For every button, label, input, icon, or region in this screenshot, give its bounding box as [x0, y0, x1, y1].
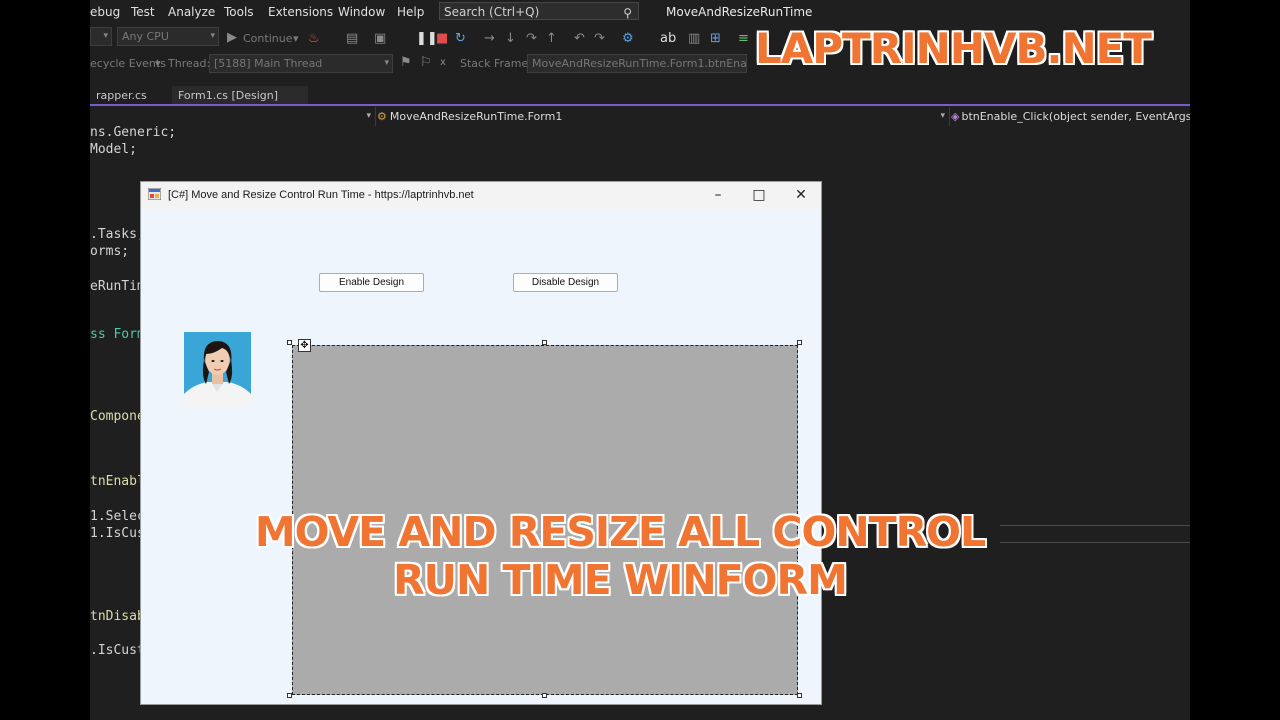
thread-label: Thread: [168, 57, 211, 70]
code-line: .IsCust [90, 643, 145, 658]
undo-icon[interactable]: ↶ [574, 31, 585, 46]
member-name: btnEnable_Click(object sender, EventArgs… [961, 110, 1190, 123]
resize-handle-top[interactable] [542, 340, 547, 345]
continue-button[interactable]: Continue [243, 32, 292, 45]
restart-icon[interactable]: ↻ [455, 31, 466, 46]
tab-wrapper-cs[interactable]: rapper.cs [90, 86, 172, 105]
search-placeholder: Search (Ctrl+Q) [444, 5, 540, 19]
search-icon: ⚲ [623, 6, 632, 20]
code-line: tnDisab [90, 609, 145, 624]
stop-icon[interactable]: ■ [436, 31, 448, 46]
menu-window[interactable]: Window [338, 5, 385, 19]
brand-logo-text: LAPTRINHVB.NET [755, 24, 1152, 73]
active-tab-accent [90, 104, 1190, 106]
headline-line-2: RUN TIME WINFORM [393, 556, 848, 604]
thread-value: [5188] Main Thread [214, 57, 323, 70]
resize-handle-bottom-right[interactable] [797, 693, 802, 698]
step-back-icon[interactable]: ↷ [526, 31, 537, 46]
menu-debug[interactable]: ebug [90, 5, 120, 19]
resize-handle-bottom[interactable] [542, 693, 547, 698]
format-icon[interactable]: ≡ [738, 31, 749, 46]
window-icon[interactable]: ▣ [374, 31, 386, 46]
resize-handle-top-right[interactable] [797, 340, 802, 345]
tab-label: rapper.cs [96, 89, 147, 102]
redo-icon[interactable]: ↷ [594, 31, 605, 46]
stack-frame-value: MoveAndResizeRunTime.Form1.btnEnabl [532, 57, 747, 70]
code-line: orms; [90, 244, 130, 259]
pause-icon[interactable]: ❚❚ [416, 31, 438, 46]
code-line: Compone [90, 409, 145, 424]
spell-check-icon[interactable]: ab [660, 31, 676, 46]
winform-titlebar[interactable]: [C#] Move and Resize Control Run Time - … [141, 182, 821, 209]
move-icon[interactable]: ✥ [298, 339, 311, 352]
platform-value: Any CPU [122, 30, 169, 43]
code-line: 1.IsCus [90, 526, 145, 541]
solution-title: MoveAndResizeRunTime [666, 5, 813, 19]
config-combo[interactable]: ▾ [90, 27, 112, 46]
maximize-button[interactable]: □ [744, 185, 774, 205]
tab-form1-design[interactable]: Form1.cs [Design] [172, 86, 308, 105]
class-path: MoveAndResizeRunTime.Form1 [389, 110, 563, 123]
search-input[interactable]: Search (Ctrl+Q) ⚲ [439, 2, 639, 20]
folder-icon[interactable]: ▤ [346, 31, 358, 46]
close-button[interactable]: ✕ [786, 185, 816, 205]
code-line: 1.Selec [90, 509, 145, 524]
step-over-icon[interactable]: → [484, 31, 495, 46]
code-line: tnEnabl [90, 474, 145, 489]
resize-handle-top-left[interactable] [287, 340, 292, 345]
member-dropdown[interactable]: ◈ btnEnable_Click(object sender, EventArg… [951, 107, 1190, 126]
continue-caret-icon[interactable]: ▾ [293, 32, 299, 45]
headline-line-1: MOVE AND RESIZE ALL CONTROL [254, 508, 986, 556]
menu-test[interactable]: Test [131, 5, 155, 19]
code-line: Model; [90, 142, 137, 157]
thread-combo[interactable]: [5188] Main Thread ▾ [209, 54, 393, 73]
hot-reload-icon[interactable]: ♨ [308, 31, 320, 46]
layout-icon[interactable]: ▥ [688, 31, 700, 46]
code-line: ns.Generic; [90, 125, 177, 140]
code-line: .Tasks; [90, 227, 145, 242]
menu-help[interactable]: Help [397, 5, 424, 19]
menu-tools[interactable]: Tools [224, 5, 254, 19]
flag-icon[interactable]: ⚑ [400, 55, 412, 70]
thread-filter-icon[interactable]: ⅹ [440, 57, 446, 68]
app-icon [148, 188, 161, 200]
stack-frame-combo[interactable]: MoveAndResizeRunTime.Form1.btnEnabl [527, 54, 747, 73]
class-icon: ⚙ [377, 110, 387, 123]
menu-analyze[interactable]: Analyze [168, 5, 215, 19]
step-out-icon[interactable]: ↑ [546, 31, 557, 46]
lifecycle-caret-icon[interactable]: ▾ [155, 57, 161, 70]
step-into-icon[interactable]: ↓ [505, 31, 516, 46]
flag-filter-icon[interactable]: ⚐ [420, 55, 432, 70]
navigation-bar: ▾ ⚙ MoveAndResizeRunTime.Form1 ▾ ◈ btnEnabl… [90, 107, 1190, 126]
portrait-image [184, 332, 251, 408]
letterbox-right [1190, 0, 1280, 720]
code-line: ss Form [90, 327, 145, 342]
winform-title: [C#] Move and Resize Control Run Time - … [168, 189, 474, 201]
method-icon: ◈ [951, 110, 960, 123]
menu-bar: ebug Test Analyze Tools Extensions Windo… [90, 0, 1190, 24]
document-tabs: rapper.cs Form1.cs [Design] [90, 86, 1190, 105]
platform-combo[interactable]: Any CPU ▾ [117, 27, 219, 46]
diagnostics-icon[interactable]: ⚙ [622, 31, 634, 46]
profile-picture[interactable] [184, 332, 251, 408]
winform-window[interactable]: [C#] Move and Resize Control Run Time - … [140, 181, 822, 705]
disable-design-button[interactable]: Disable Design [513, 273, 618, 292]
code-line: eRunTim [90, 279, 145, 294]
menu-extensions[interactable]: Extensions [268, 5, 333, 19]
tab-label: Form1.cs [Design] [178, 89, 279, 102]
class-dropdown[interactable]: ⚙ MoveAndResizeRunTime.Form1 ▾ [377, 107, 950, 126]
play-icon[interactable]: ▶ [227, 30, 237, 45]
enable-design-button[interactable]: Enable Design [319, 273, 424, 292]
align-icon[interactable]: ⊞ [710, 31, 721, 46]
stack-frame-label: Stack Frame: [460, 57, 532, 70]
project-dropdown[interactable]: ▾ [90, 107, 376, 126]
resize-handle-bottom-left[interactable] [287, 693, 292, 698]
minimize-button[interactable]: – [703, 185, 733, 205]
